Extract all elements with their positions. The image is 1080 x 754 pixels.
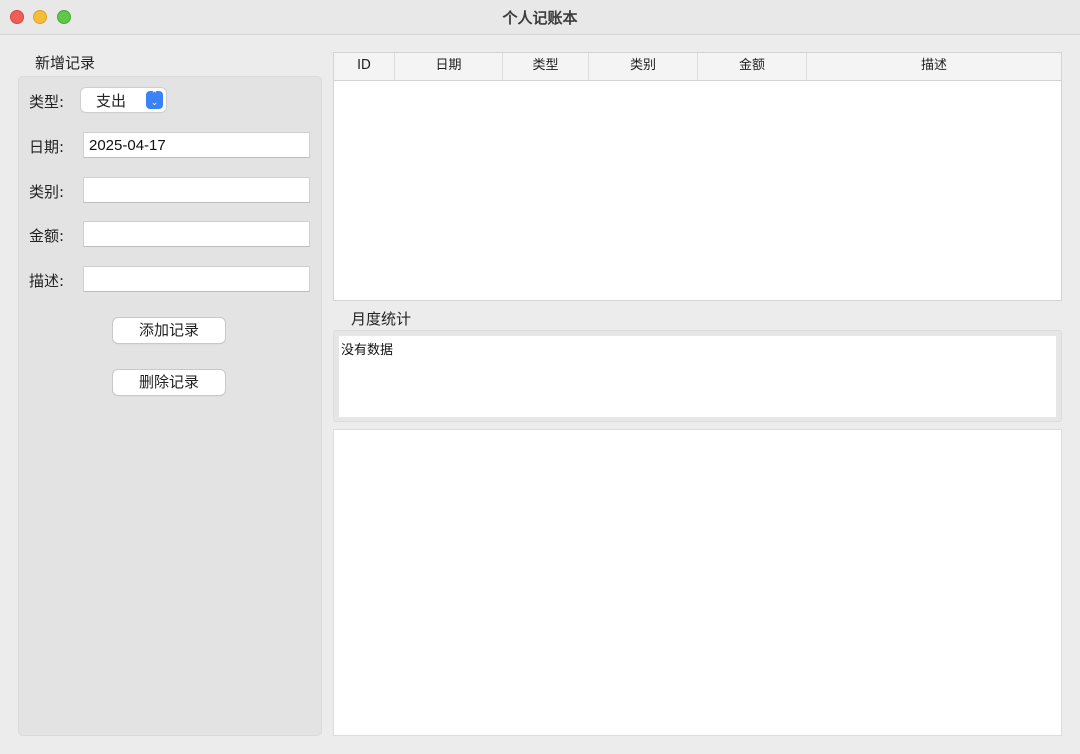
delete-record-button[interactable]: 删除记录: [113, 370, 225, 395]
app-window: 个人记账本 新增记录 类型: 支出 ⌃⌄ 日期: 类别: 金额: 描述: 添加记…: [0, 0, 1080, 754]
column-header-id[interactable]: ID: [334, 53, 395, 80]
records-table[interactable]: ID 日期 类型 类别 金额 描述: [333, 52, 1062, 301]
type-select-value: 支出: [96, 92, 127, 110]
description-input[interactable]: [83, 266, 310, 292]
amount-input[interactable]: [83, 221, 310, 247]
window-title: 个人记账本: [502, 9, 578, 27]
type-label: 类型:: [29, 93, 65, 111]
chart-area: [333, 429, 1062, 736]
title-bar: 个人记账本: [0, 0, 1080, 35]
category-label: 类别:: [29, 183, 65, 201]
records-table-header: ID 日期 类型 类别 金额 描述: [334, 53, 1061, 81]
date-label: 日期:: [29, 138, 65, 156]
category-input[interactable]: [83, 177, 310, 203]
monthly-stats-title: 月度统计: [351, 310, 412, 328]
new-record-group: [18, 76, 322, 736]
chevron-up-down-icon: ⌃ ⌄: [146, 91, 163, 109]
description-label: 描述:: [29, 272, 65, 290]
type-select[interactable]: 支出 ⌃ ⌄: [81, 88, 166, 112]
date-input[interactable]: [83, 132, 310, 158]
add-record-button[interactable]: 添加记录: [113, 318, 225, 343]
column-header-amount[interactable]: 金额: [698, 53, 807, 80]
amount-label: 金额:: [29, 227, 65, 245]
monthly-stats-text[interactable]: 没有数据: [339, 336, 1056, 417]
column-header-category[interactable]: 类别: [589, 53, 698, 80]
column-header-type[interactable]: 类型: [503, 53, 589, 80]
column-header-date[interactable]: 日期: [395, 53, 503, 80]
new-record-group-title: 新增记录: [35, 54, 96, 72]
column-header-description[interactable]: 描述: [807, 53, 1061, 80]
